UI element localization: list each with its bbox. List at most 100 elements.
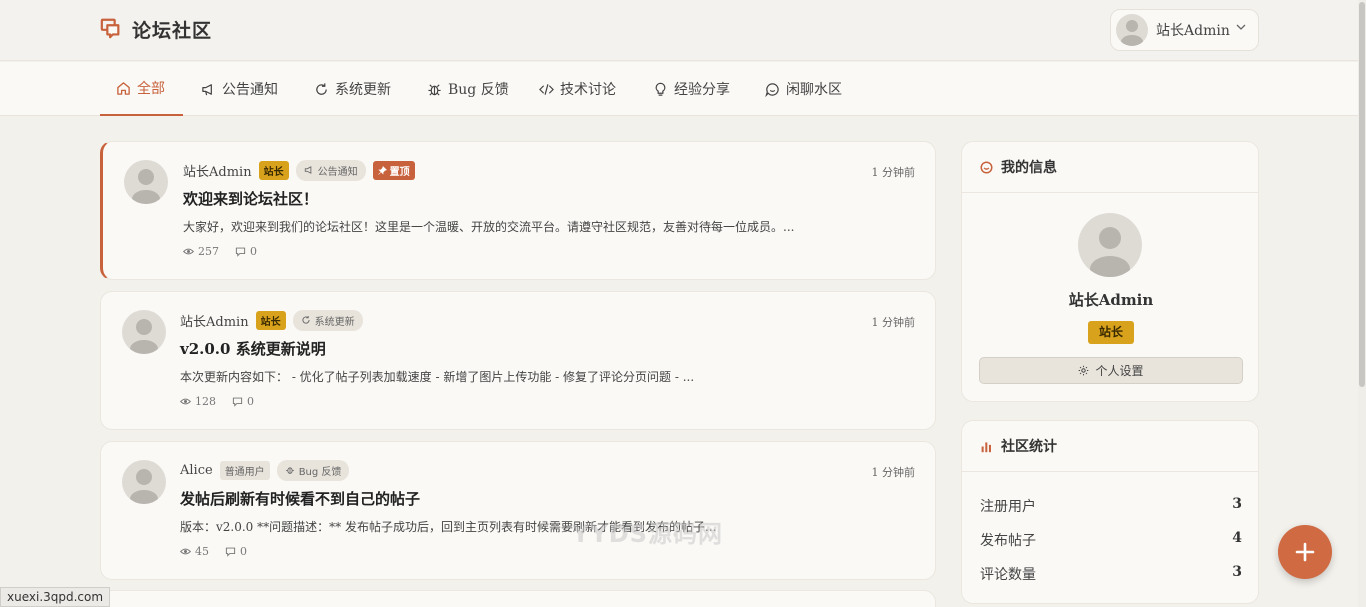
eye-icon xyxy=(180,398,191,405)
post-meta: 站长Admin 站长 公告通知 置顶 xyxy=(183,159,415,181)
post-title[interactable]: 发帖后刷新有时候看不到自己的帖子 xyxy=(180,488,420,509)
watermark: YYDS源码网 xyxy=(572,520,723,548)
comment-count-value: 0 xyxy=(250,245,257,258)
comment-count-value: 0 xyxy=(247,395,254,408)
pin-icon xyxy=(377,165,387,175)
post-title[interactable]: v2.0.0 系统更新说明 xyxy=(180,338,326,359)
stats-card-title: 社区统计 xyxy=(1001,439,1057,455)
bug-icon xyxy=(285,467,294,474)
chevron-down-icon xyxy=(1236,22,1246,33)
comment-icon xyxy=(232,397,243,407)
role-badge: 站长 xyxy=(1088,321,1134,344)
category-label: 公告通知 xyxy=(317,166,358,178)
stat-value: 3 xyxy=(1232,496,1242,512)
tab-experience-sharing[interactable]: 经验分享 xyxy=(637,62,746,116)
comment-icon xyxy=(225,547,236,557)
settings-label: 个人设置 xyxy=(1095,364,1144,378)
avatar[interactable] xyxy=(1078,213,1142,277)
stat-row-users: 注册用户 3 xyxy=(980,496,1242,516)
user-avatar-icon xyxy=(1121,20,1143,46)
post-stats: 128 0 xyxy=(180,395,254,408)
stat-value: 3 xyxy=(1232,564,1242,580)
view-count-value: 128 xyxy=(195,395,216,408)
forum-logo-icon xyxy=(100,17,122,43)
post-meta: Alice 普通用户 Bug 反馈 xyxy=(180,459,350,481)
page-scrollbar[interactable] xyxy=(1358,0,1366,607)
role-badge: 普通用户 xyxy=(219,460,270,480)
stats-card-header: 社区统计 xyxy=(962,421,1258,472)
top-bar: 论坛社区 站长Admin xyxy=(0,0,1366,61)
tab-tech-discussion[interactable]: 技术讨论 xyxy=(523,62,632,116)
refresh-icon xyxy=(316,82,327,95)
category-badge[interactable]: Bug 反馈 xyxy=(276,459,350,481)
profile-card-header: 我的信息 xyxy=(962,142,1258,193)
tab-bug-report[interactable]: Bug 反馈 xyxy=(411,62,525,116)
avatar xyxy=(1116,14,1148,46)
comment-count: 0 xyxy=(235,245,257,258)
user-menu-name: 站长Admin xyxy=(1156,23,1230,39)
tab-label: 技术讨论 xyxy=(560,82,616,98)
eye-icon xyxy=(183,248,194,255)
post-author[interactable]: 站长Admin xyxy=(183,161,252,180)
personal-settings-button[interactable]: 个人设置 xyxy=(979,357,1243,384)
pinned-badge: 置顶 xyxy=(372,160,415,180)
post-card[interactable] xyxy=(100,590,936,607)
post-author[interactable]: 站长Admin xyxy=(180,311,249,330)
profile-name: 站长Admin xyxy=(1068,291,1154,309)
comment-count: 0 xyxy=(225,545,247,558)
view-count-value: 257 xyxy=(198,245,219,258)
tab-announcements[interactable]: 公告通知 xyxy=(185,62,294,116)
post-title[interactable]: 欢迎来到论坛社区！ xyxy=(183,188,318,209)
post-card[interactable]: 站长Admin 站长 系统更新 1 分钟前 v2.0.0 系统更新说明 本次更新… xyxy=(100,291,936,430)
tab-all[interactable]: 全部 xyxy=(100,62,183,116)
tab-label: 公告通知 xyxy=(222,82,278,98)
category-nav: 全部 公告通知 系统更新 Bug 反馈 技术讨论 经验分享 闲聊水区 xyxy=(0,62,1366,116)
eye-icon xyxy=(180,548,191,555)
comment-icon xyxy=(235,247,246,257)
site-logo[interactable]: 论坛社区 xyxy=(100,16,212,43)
category-badge[interactable]: 公告通知 xyxy=(295,159,366,181)
role-badge: 站长 xyxy=(255,310,286,330)
new-post-button[interactable] xyxy=(1278,525,1332,579)
avatar[interactable] xyxy=(122,310,166,354)
avatar[interactable] xyxy=(122,460,166,504)
refresh-icon xyxy=(301,315,310,324)
profile-card-title: 我的信息 xyxy=(1001,160,1057,176)
tab-label: 闲聊水区 xyxy=(786,82,842,98)
post-card[interactable]: Alice 普通用户 Bug 反馈 1 分钟前 发帖后刷新有时候看不到自己的帖子… xyxy=(100,441,936,580)
community-stats-card: 社区统计 注册用户 3 发布帖子 4 评论数量 3 xyxy=(961,420,1259,604)
pinned-label: 置顶 xyxy=(389,166,410,178)
tab-casual-chat[interactable]: 闲聊水区 xyxy=(749,62,858,116)
user-menu[interactable]: 站长Admin xyxy=(1110,9,1259,51)
post-card[interactable]: 站长Admin 站长 公告通知 置顶 1 分钟前 欢迎来到论坛社区！ 大家好，欢… xyxy=(100,141,936,280)
user-avatar-icon xyxy=(130,469,158,504)
tab-system-updates[interactable]: 系统更新 xyxy=(298,62,407,116)
bar-chart-icon xyxy=(981,441,991,452)
avatar[interactable] xyxy=(124,160,168,204)
stat-label: 注册用户 xyxy=(980,499,1036,515)
post-excerpt: 大家好，欢迎来到我们的论坛社区！这里是一个温暖、开放的交流平台。请遵守社区规范，… xyxy=(183,220,795,234)
comment-count-value: 0 xyxy=(240,545,247,558)
post-meta: 站长Admin 站长 系统更新 xyxy=(180,309,363,331)
category-badge[interactable]: 系统更新 xyxy=(292,309,363,331)
role-badge: 站长 xyxy=(258,160,289,180)
gear-icon xyxy=(1079,365,1089,376)
post-stats: 45 0 xyxy=(180,545,247,558)
megaphone-icon xyxy=(304,166,311,174)
view-count-value: 45 xyxy=(195,545,209,558)
status-url: xuexi.3qpd.com xyxy=(0,587,111,607)
chat-icon xyxy=(765,82,779,97)
tab-label: 全部 xyxy=(137,81,165,97)
view-count: 128 xyxy=(180,395,216,408)
stat-value: 4 xyxy=(1232,530,1242,546)
scrollbar-thumb[interactable] xyxy=(1359,2,1365,387)
tab-label: 系统更新 xyxy=(335,82,391,98)
lightbulb-icon xyxy=(655,82,666,96)
site-title: 论坛社区 xyxy=(132,20,213,42)
profile-card: 我的信息 站长Admin 站长 个人设置 xyxy=(961,141,1259,402)
post-author[interactable]: Alice xyxy=(180,463,213,478)
tab-label: 经验分享 xyxy=(674,82,730,98)
post-time: 1 分钟前 xyxy=(871,466,916,479)
bug-icon xyxy=(428,83,441,96)
post-stats: 257 0 xyxy=(183,245,257,258)
